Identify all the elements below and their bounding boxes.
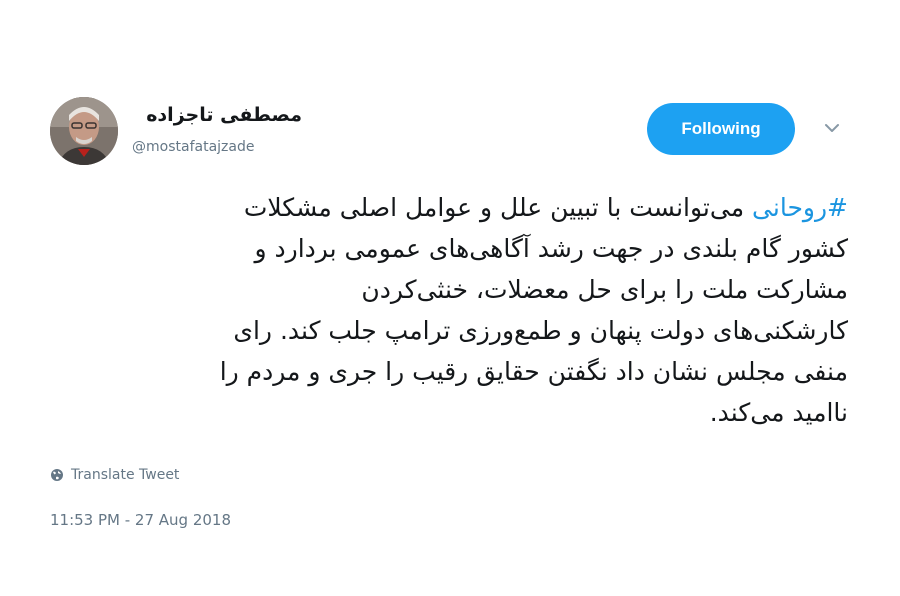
tweet-body: کشور گام بلندی در جهت رشد آگاهی‌های عموم… — [219, 234, 848, 427]
following-button[interactable]: Following — [647, 103, 795, 155]
handle[interactable]: @mostafatajzade — [132, 139, 254, 155]
chevron-down-icon[interactable] — [822, 120, 842, 136]
display-name[interactable]: مصطفی تاجزاده — [132, 104, 302, 126]
hashtag-link[interactable]: #روحانی — [752, 193, 848, 222]
avatar[interactable] — [50, 97, 118, 165]
globe-icon — [51, 469, 63, 481]
tweet-line-1: می‌توانست با تبیین علل و عوامل اصلی مشکل… — [243, 193, 753, 222]
translate-label: Translate Tweet — [71, 467, 180, 483]
timestamp[interactable]: 11:53 PM - 27 Aug 2018 — [50, 511, 231, 529]
avatar-image — [50, 97, 118, 165]
translate-tweet-link[interactable]: Translate Tweet — [50, 467, 179, 483]
tweet-text: #روحانی می‌توانست با تبیین علل و عوامل ا… — [40, 187, 848, 433]
